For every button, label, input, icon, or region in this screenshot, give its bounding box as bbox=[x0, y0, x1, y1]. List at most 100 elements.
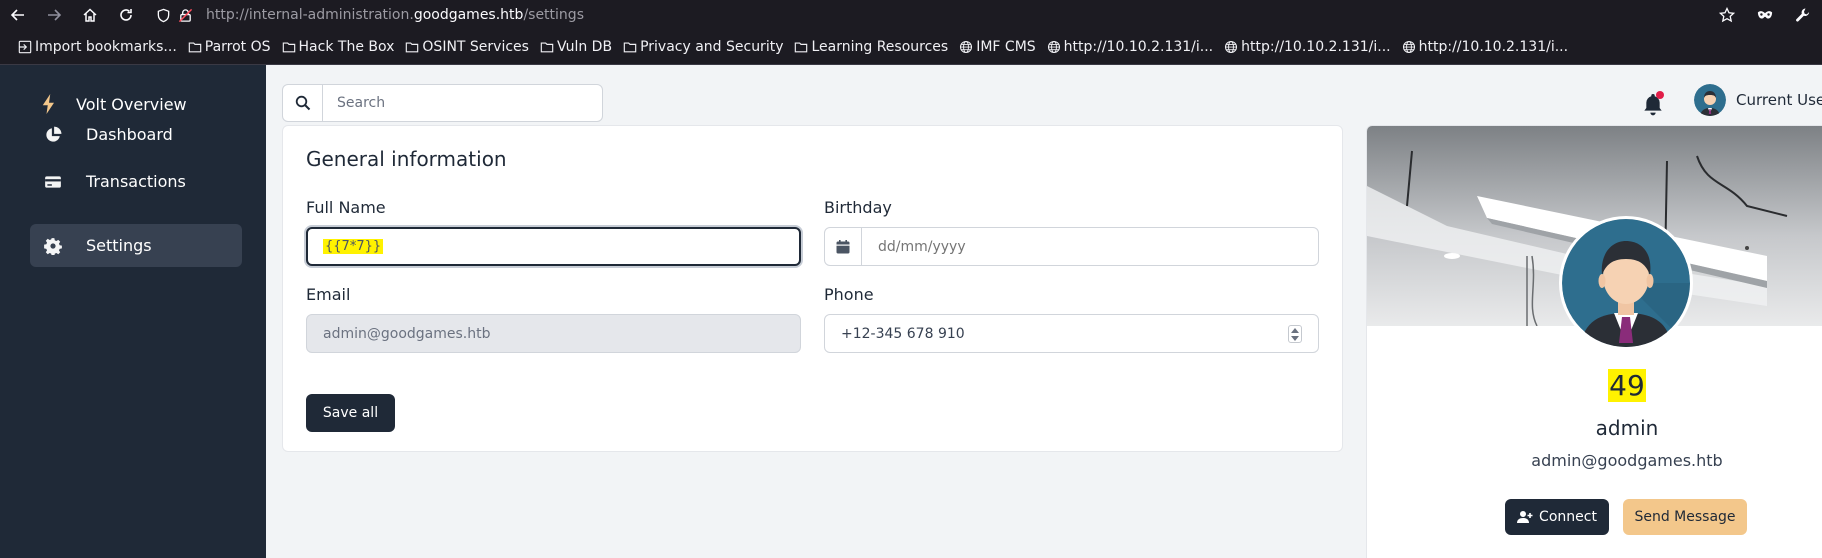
bookmark-item[interactable]: OSINT Services bbox=[405, 39, 529, 55]
birthday-field[interactable] bbox=[824, 227, 1319, 266]
chevron-down-icon bbox=[1291, 335, 1299, 341]
back-button[interactable] bbox=[0, 0, 36, 30]
folder-icon bbox=[540, 40, 557, 54]
profile-card: 49 admin admin@goodgames.htb Connect Sen… bbox=[1366, 125, 1822, 558]
bookmark-label: Learning Resources bbox=[811, 39, 949, 55]
bookmark-item[interactable]: http://10.10.2.131/i... bbox=[1402, 39, 1568, 55]
phone-value: +12-345 678 910 bbox=[841, 325, 965, 342]
bookmark-label: http://10.10.2.131/i... bbox=[1418, 39, 1569, 55]
profile-email: admin@goodgames.htb bbox=[1531, 451, 1723, 470]
browser-toolbar: http://internal-administration.goodgames… bbox=[0, 0, 1822, 30]
bookmark-item[interactable]: Learning Resources bbox=[794, 39, 948, 55]
lightning-icon bbox=[42, 94, 54, 114]
bookmark-item[interactable]: Privacy and Security bbox=[623, 39, 783, 55]
save-all-button[interactable]: Save all bbox=[306, 394, 395, 432]
connect-label: Connect bbox=[1539, 509, 1597, 525]
avatar bbox=[1694, 84, 1726, 116]
birthday-input[interactable] bbox=[861, 238, 1318, 255]
bookmark-item[interactable]: http://10.10.2.131/i... bbox=[1224, 39, 1391, 55]
connect-button[interactable]: Connect bbox=[1505, 499, 1609, 535]
search-box bbox=[282, 84, 603, 122]
email-value: admin@goodgames.htb bbox=[323, 325, 491, 342]
folder-icon bbox=[405, 40, 422, 54]
bookmark-item[interactable]: Import bookmarks... bbox=[18, 39, 177, 55]
brand-label: Volt Overview bbox=[76, 94, 187, 114]
search-input[interactable] bbox=[323, 95, 593, 111]
url-host: goodgames.htb bbox=[413, 7, 524, 23]
full-name-value: {{7*7}} bbox=[323, 239, 384, 254]
bookmark-label: IMF CMS bbox=[976, 39, 1036, 55]
folder-icon bbox=[282, 40, 299, 54]
number-spinner[interactable] bbox=[1288, 325, 1302, 343]
general-information-card: General information Full Name {{7*7}} Bi… bbox=[282, 125, 1343, 452]
arrow-left-icon bbox=[10, 9, 24, 21]
profile-value: 49 bbox=[1367, 369, 1822, 402]
forward-button[interactable] bbox=[36, 0, 72, 30]
bookmark-label: Parrot OS bbox=[204, 39, 271, 55]
folder-icon bbox=[623, 40, 640, 54]
phone-field[interactable]: +12-345 678 910 bbox=[824, 314, 1319, 353]
calendar-icon bbox=[825, 228, 862, 265]
bookmark-label: Import bookmarks... bbox=[35, 39, 177, 55]
shield-icon[interactable] bbox=[152, 0, 174, 30]
brand-link[interactable]: Volt Overview bbox=[40, 94, 187, 114]
bookmark-label: Privacy and Security bbox=[640, 39, 784, 55]
send-message-button[interactable]: Send Message bbox=[1623, 499, 1747, 535]
folder-icon bbox=[188, 40, 205, 54]
bookmark-item[interactable]: Parrot OS bbox=[188, 39, 271, 55]
url-path: /settings bbox=[523, 7, 584, 23]
bookmark-label: http://10.10.2.131/i... bbox=[1063, 39, 1214, 55]
url-text[interactable]: http://internal-administration.goodgames… bbox=[206, 7, 584, 23]
home-button[interactable] bbox=[72, 0, 108, 30]
bookmark-item[interactable]: Hack The Box bbox=[282, 39, 395, 55]
bookmark-item[interactable]: IMF CMS bbox=[959, 39, 1036, 55]
profile-avatar bbox=[1562, 219, 1690, 347]
chevron-up-icon bbox=[1291, 327, 1299, 333]
profile-name: admin bbox=[1595, 416, 1659, 440]
sidebar-item-label: Dashboard bbox=[86, 125, 173, 144]
credit-card-icon bbox=[45, 175, 61, 188]
globe-icon bbox=[1047, 40, 1064, 54]
full-name-label: Full Name bbox=[306, 198, 386, 217]
reload-icon bbox=[120, 9, 132, 21]
bookmark-label: Vuln DB bbox=[556, 39, 613, 55]
mask-icon bbox=[1757, 11, 1773, 19]
bookmark-label: http://10.10.2.131/i... bbox=[1241, 39, 1391, 55]
reload-button[interactable] bbox=[108, 0, 144, 30]
bookmark-label: OSINT Services bbox=[422, 39, 529, 55]
email-label: Email bbox=[306, 285, 351, 304]
sidebar-item-settings[interactable]: Settings bbox=[30, 224, 242, 267]
email-field[interactable]: admin@goodgames.htb bbox=[306, 314, 801, 353]
gear-icon bbox=[44, 237, 62, 255]
globe-icon bbox=[959, 40, 976, 54]
bookmark-item[interactable]: http://10.10.2.131/i... bbox=[1047, 39, 1213, 55]
sidebar-item-label: Settings bbox=[86, 236, 152, 255]
full-name-field[interactable]: {{7*7}} bbox=[306, 227, 801, 266]
sidebar-item-dashboard[interactable]: Dashboard bbox=[30, 113, 242, 156]
sidebar-item-label: Transactions bbox=[86, 172, 186, 191]
sidebar-item-transactions[interactable]: Transactions bbox=[30, 160, 242, 203]
globe-icon bbox=[1224, 40, 1241, 54]
phone-label: Phone bbox=[824, 285, 874, 304]
bookmark-label: Hack The Box bbox=[298, 39, 395, 55]
star-icon bbox=[1719, 7, 1735, 23]
url-bar[interactable]: http://internal-administration.goodgames… bbox=[152, 0, 584, 30]
folder-icon bbox=[794, 40, 811, 54]
bookmark-item[interactable]: Vuln DB bbox=[540, 39, 612, 55]
globe-icon bbox=[1402, 40, 1419, 54]
notification-badge bbox=[1656, 91, 1664, 99]
insecure-lock-icon[interactable] bbox=[174, 0, 196, 30]
arrow-right-icon bbox=[48, 9, 62, 21]
send-message-label: Send Message bbox=[1634, 509, 1736, 525]
bookmark-star-button[interactable] bbox=[1708, 0, 1746, 30]
card-title: General information bbox=[306, 147, 507, 171]
user-menu[interactable]: Current User bbox=[1694, 84, 1822, 116]
wrench-icon bbox=[1796, 8, 1810, 22]
profile-value-text: 49 bbox=[1608, 369, 1646, 402]
search-icon bbox=[283, 85, 323, 121]
bookmarks-bar: Import bookmarks... Parrot OS Hack The Box… bbox=[0, 30, 1822, 65]
url-prefix: http://internal-administration. bbox=[206, 7, 414, 23]
private-browsing-button[interactable] bbox=[1746, 0, 1784, 30]
birthday-label: Birthday bbox=[824, 198, 892, 217]
tools-button[interactable] bbox=[1784, 0, 1822, 30]
